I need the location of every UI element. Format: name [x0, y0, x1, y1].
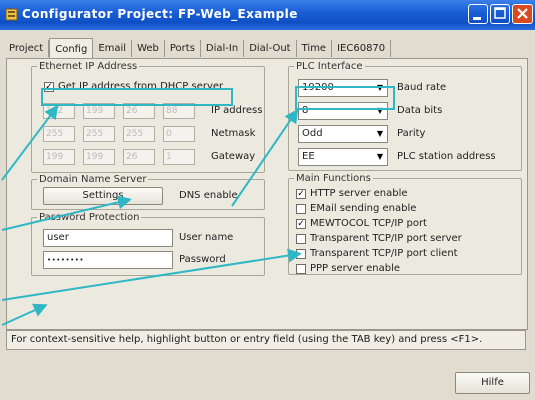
transparent-server-checkbox[interactable] [296, 234, 306, 244]
dropdown-arrow-icon: ▼ [376, 152, 384, 161]
parity-label: Parity [397, 128, 426, 139]
station-address-value: EE [302, 151, 315, 162]
context-help-status: For context-sensitive help, highlight bu… [6, 330, 526, 350]
gateway-label: Gateway [211, 151, 256, 162]
password-input[interactable]: •••••••• [43, 251, 173, 269]
minimize-icon [473, 17, 481, 20]
netmask-octet-2[interactable]: 255 [83, 126, 115, 142]
maximize-icon [494, 7, 506, 19]
station-address-label: PLC station address [397, 151, 496, 162]
data-bits-label: Data bits [397, 105, 443, 116]
dropdown-arrow-icon: ▼ [376, 129, 384, 138]
app-icon [5, 8, 18, 21]
mewtocol-checkbox[interactable]: ✓ [296, 219, 306, 229]
tab-iec60870[interactable]: IEC60870 [332, 40, 392, 57]
netmask-octet-1[interactable]: 255 [43, 126, 75, 142]
tab-email[interactable]: Email [93, 40, 133, 57]
minimize-button[interactable] [468, 4, 488, 24]
ip-address-label: IP address [211, 105, 263, 116]
tab-web[interactable]: Web [132, 40, 165, 57]
parity-value: Odd [302, 128, 323, 139]
window-title: Configurator Project: FP-Web_Example [22, 7, 298, 21]
tab-dial-out[interactable]: Dial-Out [244, 40, 297, 57]
password-label: Password [179, 254, 226, 265]
main-functions-legend: Main Functions [296, 173, 371, 184]
netmask-octet-4[interactable]: 0 [163, 126, 195, 142]
password-legend: Password Protection [39, 212, 140, 223]
netmask-label: Netmask [211, 128, 256, 139]
tab-ports[interactable]: Ports [165, 40, 201, 57]
help-button[interactable]: Hilfe [455, 372, 530, 394]
email-sending-checkbox[interactable] [296, 204, 306, 214]
plc-legend: PLC Interface [296, 61, 363, 72]
close-button[interactable] [512, 4, 533, 24]
tab-time[interactable]: Time [297, 40, 333, 57]
tab-strip: Project Config Email Web Ports Dial-In D… [4, 38, 392, 59]
ppp-server-label: PPP server enable [310, 263, 400, 274]
tab-config[interactable]: Config [49, 38, 94, 58]
username-label: User name [179, 232, 234, 243]
transparent-server-label: Transparent TCP/IP port server [310, 233, 462, 244]
close-icon [517, 8, 528, 19]
ethernet-legend: Ethernet IP Address [39, 61, 138, 72]
title-bar: Configurator Project: FP-Web_Example [0, 0, 535, 30]
mewtocol-label: MEWTOCOL TCP/IP port [310, 218, 427, 229]
parity-select[interactable]: Odd ▼ [298, 125, 388, 143]
dns-settings-button[interactable]: Settings [43, 187, 163, 205]
gateway-octet-2[interactable]: 199 [83, 149, 115, 165]
gateway-octet-3[interactable]: 26 [123, 149, 155, 165]
transparent-client-label: Transparent TCP/IP port client [310, 248, 458, 259]
dhcp-callout-box [41, 88, 233, 106]
gateway-octet-1[interactable]: 199 [43, 149, 75, 165]
email-sending-label: EMail sending enable [310, 203, 417, 214]
window-body: Project Config Email Web Ports Dial-In D… [0, 30, 535, 400]
transparent-client-checkbox[interactable] [296, 249, 306, 259]
maximize-button[interactable] [490, 4, 510, 24]
tab-project[interactable]: Project [4, 40, 50, 57]
gateway-octet-4[interactable]: 1 [163, 149, 195, 165]
plc-callout-box [295, 86, 395, 110]
netmask-octet-3[interactable]: 255 [123, 126, 155, 142]
http-server-label: HTTP server enable [310, 188, 408, 199]
dns-legend: Domain Name Server [39, 174, 147, 185]
ppp-server-checkbox[interactable] [296, 264, 306, 274]
baud-rate-label: Baud rate [397, 82, 447, 93]
http-server-checkbox[interactable]: ✓ [296, 189, 306, 199]
username-input[interactable]: user [43, 229, 173, 247]
tab-dial-in[interactable]: Dial-In [201, 40, 245, 57]
dns-enable-label: DNS enable [179, 190, 238, 201]
station-address-select[interactable]: EE ▼ [298, 148, 388, 166]
